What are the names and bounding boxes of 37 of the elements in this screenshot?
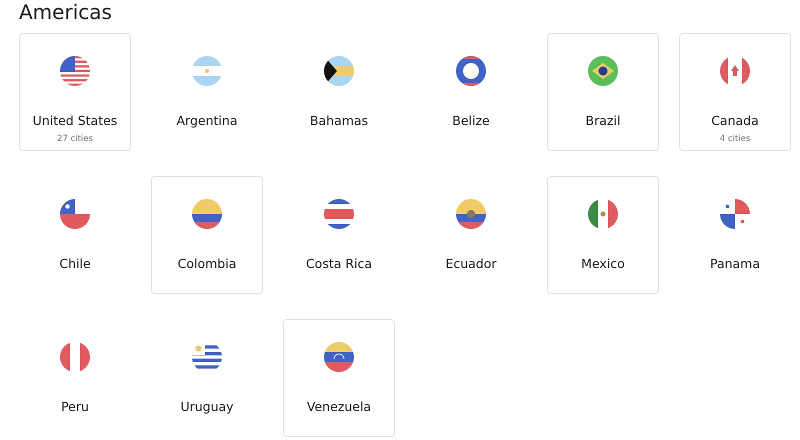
country-name: Costa Rica	[306, 256, 372, 271]
country-name: Colombia	[178, 256, 236, 271]
flag-icon	[323, 341, 355, 373]
flag-icon	[191, 55, 223, 87]
flag-icon	[455, 55, 487, 87]
country-name: Belize	[452, 113, 490, 128]
country-name: Mexico	[581, 256, 625, 271]
country-name: Panama	[710, 256, 760, 271]
flag-icon	[587, 55, 619, 87]
country-card[interactable]: Colombia	[151, 176, 263, 294]
country-card[interactable]: Mexico	[547, 176, 659, 294]
country-card[interactable]: Venezuela	[283, 319, 395, 437]
country-name: Uruguay	[180, 399, 234, 414]
flag-icon	[719, 198, 751, 230]
flag-icon	[191, 198, 223, 230]
flag-icon	[59, 198, 91, 230]
flag-icon	[323, 55, 355, 87]
country-name: Brazil	[586, 113, 620, 128]
flag-icon	[455, 198, 487, 230]
country-name: Canada	[711, 113, 759, 128]
flag-icon	[323, 198, 355, 230]
country-card[interactable]: United States 27 cities	[19, 33, 131, 151]
country-name: United States	[32, 113, 118, 128]
country-name: Ecuador	[445, 256, 497, 271]
country-name: Chile	[59, 256, 91, 271]
section-heading: Americas	[19, 0, 112, 24]
city-count: 27 cities	[57, 134, 93, 144]
city-count: 4 cities	[720, 134, 750, 144]
country-name: Bahamas	[310, 113, 368, 128]
country-card[interactable]: Canada 4 cities	[679, 33, 791, 151]
country-name: Venezuela	[306, 399, 372, 414]
flag-icon	[587, 198, 619, 230]
country-name: Peru	[61, 399, 89, 414]
country-name: Argentina	[176, 113, 238, 128]
country-card[interactable]: Brazil	[547, 33, 659, 151]
flag-icon	[59, 341, 91, 373]
flag-icon	[59, 55, 91, 87]
